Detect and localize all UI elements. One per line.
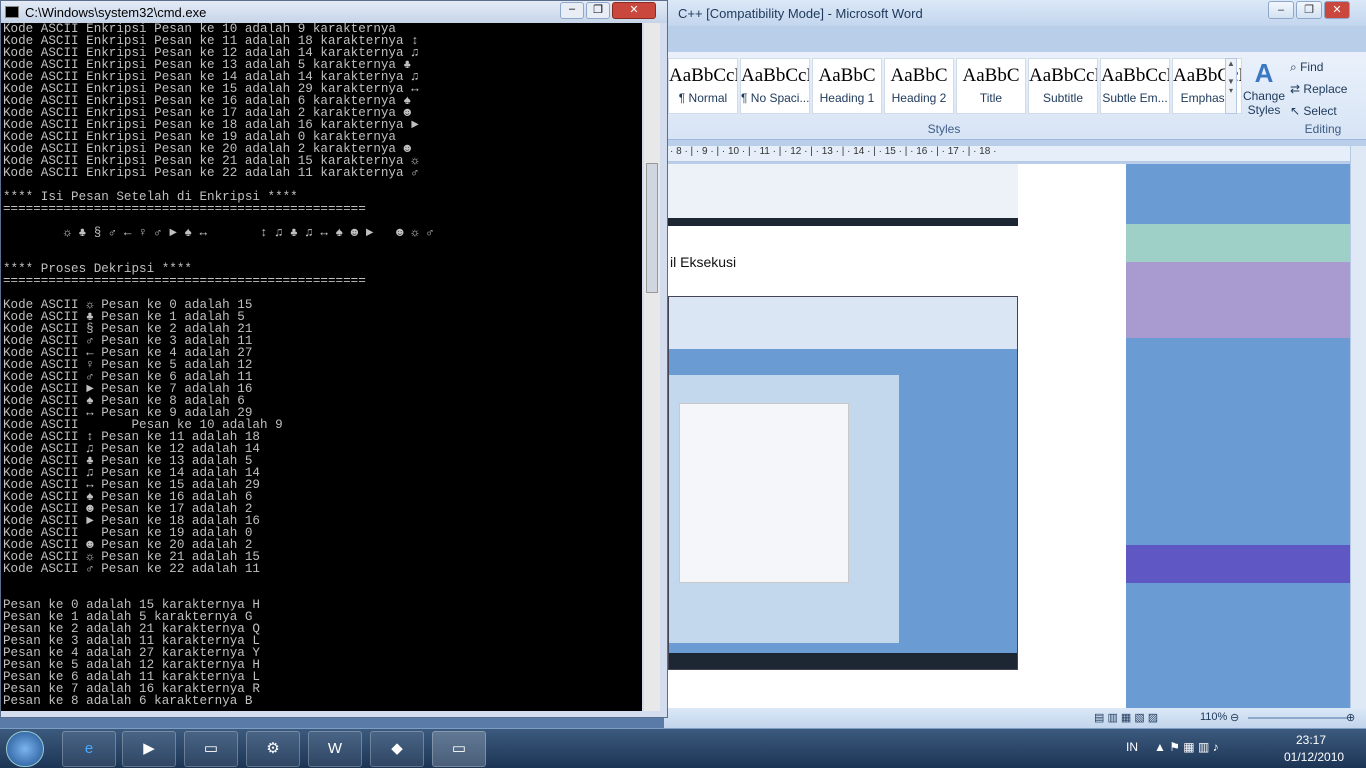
style-name: Heading 2 [891,91,947,105]
tray-icons[interactable]: ▲ ⚑ ▦ ▥ ♪ [1154,740,1219,754]
pointer-icon: ↖ [1290,104,1301,118]
embedded-page [669,375,899,643]
style-preview: AaBbC [818,65,876,86]
maximize-button[interactable]: ❐ [1296,1,1322,19]
minimize-button[interactable]: ‒ [1268,1,1294,19]
console-line: Kode ASCII Enkripsi Pesan ke 22 adalah 1… [3,166,419,180]
console-line: ☼ ♣ § ♂ ← ♀ ♂ ► ♠ ↔ ↕ ♫ ♣ ♫ ↔ ♠ ☻ ► ☻ ☼ … [3,226,434,240]
clock-time[interactable]: 23:17 [1296,733,1326,747]
page-background-stripes [1126,164,1350,708]
console-output[interactable]: Kode ASCII Enkripsi Pesan ke 10 adalah 9… [1,23,642,711]
clock-date[interactable]: 01/12/2010 [1284,750,1344,764]
replace-icon: ⇄ [1290,82,1301,96]
close-button[interactable]: ✕ [1324,1,1350,19]
cmd-window: C:\Windows\system32\cmd.exe ‒ ❐ ✕ Kode A… [0,0,668,718]
cmd-taskbar-icon[interactable]: ▭ [432,731,486,767]
style-preview: AaBbCcDc [741,65,809,86]
style-name: Subtle Em... [1102,91,1168,105]
cmd-scrollbar[interactable] [644,23,660,711]
explorer-taskbar-icon[interactable]: ▭ [184,731,238,767]
word-title: C++ [Compatibility Mode] - Microsoft Wor… [678,6,923,21]
cmd-maximize-button[interactable]: ❐ [586,2,610,19]
console-line: Pesan ke 8 adalah 6 karakternya B [3,694,253,708]
editing-group: ⌕ Find ⇄ Replace ↖ Select [1290,56,1350,122]
vertical-scrollbar[interactable] [1350,146,1366,708]
word-status-bar: ▤ ▥ ▦ ▧ ▨ 110% ⊖ ⊕ [664,708,1366,728]
document-page[interactable]: il Eksekusi [664,164,1126,708]
embedded-ribbon [669,297,1017,349]
find-button[interactable]: ⌕ Find [1290,56,1350,78]
style-preview: AaBbCcI [1029,65,1097,86]
cmd-minimize-button[interactable]: ‒ [560,2,584,19]
change-styles-button[interactable]: A Change Styles [1240,58,1288,117]
console-line: ========================================… [3,202,366,216]
cmd-icon [5,6,19,18]
zoom-slider[interactable] [1248,717,1348,719]
replace-button[interactable]: ⇄ Replace [1290,78,1350,100]
embedded-taskbar [669,653,1017,669]
find-icon: ⌕ [1290,60,1297,74]
start-button[interactable] [6,731,44,767]
style-name: Subtitle [1042,91,1084,105]
ie-taskbar-icon[interactable]: e [62,731,116,767]
style-2[interactable]: AaBbC Heading 1 [812,58,882,114]
gallery-scroll[interactable]: ▲ ▼ ▾ [1225,58,1237,114]
media-player-taskbar-icon[interactable]: ▶ [122,731,176,767]
word-taskbar-icon[interactable]: W [308,731,362,767]
word-title-bar: C++ [Compatibility Mode] - Microsoft Wor… [664,0,1366,26]
select-button[interactable]: ↖ Select [1290,100,1350,122]
style-name: Heading 1 [819,91,875,105]
embedded-screenshot [668,296,1018,670]
style-name: Title [979,91,1003,105]
taskbar: e ▶ ▭ ⚙ W ◆ ▭ IN ▲ ⚑ ▦ ▥ ♪ 23:17 01/12/2… [0,728,1366,768]
console-line: Kode ASCII ♂ Pesan ke 22 adalah 11 [3,562,260,576]
zoom-out-icon[interactable]: ⊖ [1230,711,1239,724]
style-name: ¶ Normal [678,91,728,105]
style-0[interactable]: AaBbCcDc ¶ Normal [668,58,738,114]
console-line: ========================================… [3,274,366,288]
zoom-in-icon[interactable]: ⊕ [1346,711,1355,724]
style-4[interactable]: AaBbC Title [956,58,1026,114]
style-name: ¶ No Spaci... [741,91,809,105]
scroll-thumb[interactable] [646,163,658,293]
tools-taskbar-icon[interactable]: ⚙ [246,731,300,767]
app-taskbar-icon[interactable]: ◆ [370,731,424,767]
zoom-level[interactable]: 110% [1200,711,1227,723]
style-preview: AaBbC [890,65,948,86]
embedded-screenshot-top [664,164,1018,226]
style-5[interactable]: AaBbCcI Subtitle [1028,58,1098,114]
ribbon: AaBbCcDc¶ NormalAaBbCcDc¶ No Spaci...AaB… [664,52,1366,140]
style-preview: AaBbCcDc [1101,65,1169,86]
style-6[interactable]: AaBbCcDc Subtle Em... [1100,58,1170,114]
style-preview: AaBbCcDc [669,65,737,86]
style-preview: AaBbC [962,65,1020,86]
style-1[interactable]: AaBbCcDc ¶ No Spaci... [740,58,810,114]
cmd-close-button[interactable]: ✕ [612,2,656,19]
doc-text: il Eksekusi [670,254,737,270]
styles-group-label: Styles [927,122,961,136]
language-indicator[interactable]: IN [1126,740,1138,754]
style-3[interactable]: AaBbC Heading 2 [884,58,954,114]
editing-group-label: Editing [1304,122,1342,136]
change-styles-icon: A [1254,58,1274,88]
view-buttons[interactable]: ▤ ▥ ▦ ▧ ▨ [1094,711,1158,724]
cmd-title: C:\Windows\system32\cmd.exe [25,5,207,20]
horizontal-ruler[interactable]: · 8 · | · 9 · | · 10 · | · 11 · | · 12 ·… [664,146,1366,162]
word-window: C++ [Compatibility Mode] - Microsoft Wor… [664,0,1366,728]
